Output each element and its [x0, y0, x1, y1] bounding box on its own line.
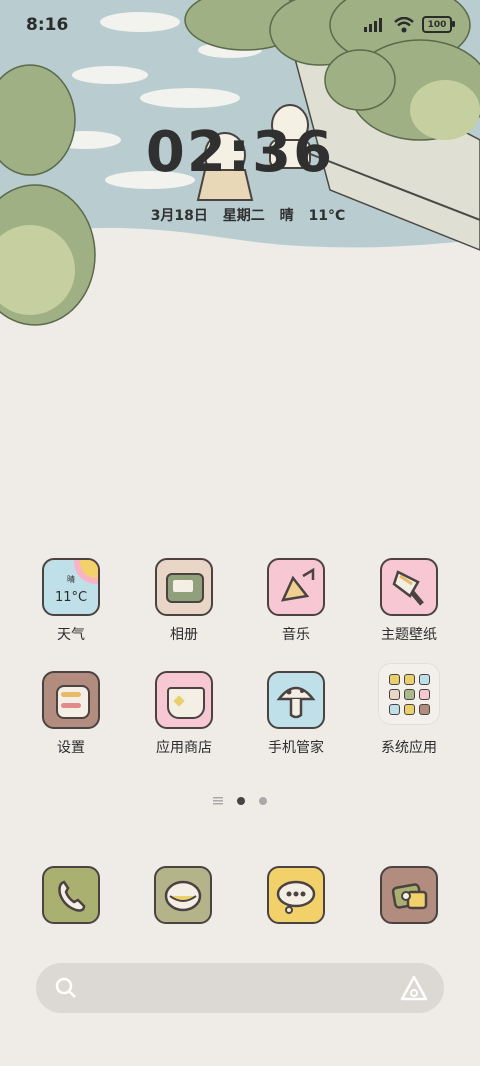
- page-dot-active: [237, 797, 245, 805]
- page-indicator[interactable]: [0, 797, 480, 805]
- app-security[interactable]: 手机管家: [246, 671, 346, 757]
- app-store-icon: [155, 671, 213, 729]
- status-bar: 8:16 100: [0, 0, 480, 52]
- battery-icon: 100: [422, 16, 455, 33]
- signal-icon: [364, 17, 382, 32]
- page-dot: [259, 797, 267, 805]
- app-label: 系统应用: [381, 740, 437, 756]
- temperature-text: 11°C: [308, 208, 346, 224]
- music-icon: [267, 558, 325, 616]
- lock-date-row: 3月18日 星期二 晴 11°C: [0, 205, 480, 225]
- date-text: 3月18日: [150, 208, 208, 224]
- weather-text: 晴: [279, 208, 294, 224]
- status-time: 8:16: [26, 15, 69, 35]
- app-music[interactable]: 音乐: [246, 558, 346, 644]
- app-label: 天气: [57, 627, 85, 643]
- app-weather[interactable]: 晴 11°C 天气: [21, 558, 121, 644]
- weekday-text: 星期二: [222, 208, 265, 224]
- search-icon: [55, 977, 76, 998]
- settings-icon: [42, 671, 100, 729]
- wifi-icon: [394, 16, 414, 32]
- menu-lines-icon: [213, 797, 223, 805]
- app-themes[interactable]: 主题壁纸: [359, 558, 459, 644]
- app-gallery[interactable]: 相册: [134, 558, 234, 644]
- security-icon: [267, 671, 325, 729]
- app-store[interactable]: 应用商店: [134, 671, 234, 757]
- app-settings[interactable]: 设置: [21, 671, 121, 757]
- app-label: 设置: [57, 740, 85, 756]
- app-label: 相册: [170, 627, 198, 643]
- themes-icon: [380, 558, 438, 616]
- lock-clock: 02:36: [145, 120, 335, 185]
- chat-icon[interactable]: [267, 866, 325, 924]
- weather-icon-cond: 晴: [67, 575, 75, 584]
- weather-icon: 晴 11°C: [42, 558, 100, 616]
- app-label: 应用商店: [156, 740, 212, 756]
- camera-icon[interactable]: [380, 866, 438, 924]
- assistant-icon[interactable]: [400, 975, 428, 1001]
- status-icons: 100: [364, 16, 455, 33]
- messages-icon[interactable]: [154, 866, 212, 924]
- app-folder-system[interactable]: 系统应用: [359, 664, 459, 757]
- search-bar[interactable]: [36, 963, 444, 1013]
- weather-icon-temp: 11°C: [54, 590, 88, 605]
- gallery-icon: [155, 558, 213, 616]
- phone-icon[interactable]: [42, 866, 100, 924]
- app-label: 手机管家: [268, 740, 324, 756]
- app-label: 音乐: [282, 627, 310, 643]
- folder-icon: [379, 664, 439, 724]
- app-label: 主题壁纸: [381, 627, 437, 643]
